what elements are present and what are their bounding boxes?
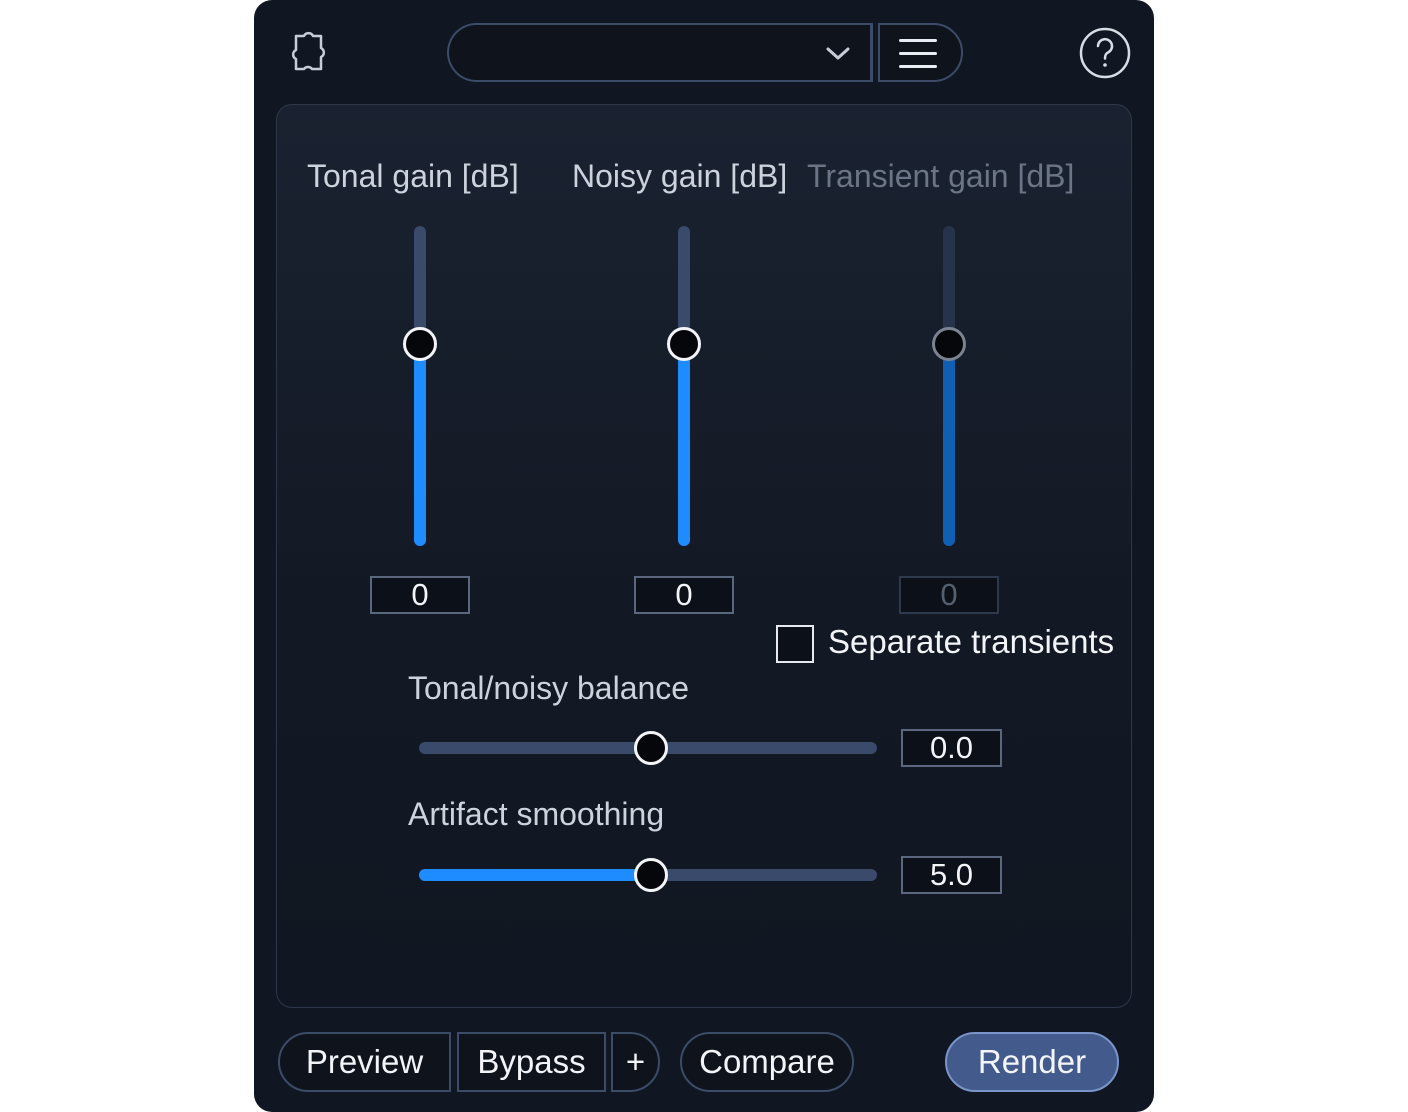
hamburger-menu-icon [899,39,937,42]
add-button[interactable]: + [611,1032,660,1092]
noisy-gain-fill [678,344,690,546]
noisy-gain-knob[interactable] [667,327,701,361]
separate-transients-checkbox[interactable] [776,625,814,663]
smoothing-label: Artifact smoothing [408,796,665,832]
balance-knob[interactable] [634,731,668,765]
render-button[interactable]: Render [945,1032,1119,1092]
separate-transients-label[interactable]: Separate transients [828,623,1114,661]
noisy-gain-label: Noisy gain [dB] [572,158,788,194]
transient-gain-label: Transient gain [dB] [807,158,1075,194]
bypass-button[interactable]: Bypass [457,1032,606,1092]
plugin-window: Tonal gain [dB] Noisy gain [dB] Transien… [254,0,1154,1112]
smoothing-fill [419,869,648,881]
preset-divider [870,23,873,82]
preview-button[interactable]: Preview [278,1032,451,1092]
noisy-gain-slider[interactable] [678,226,690,546]
tonal-gain-label: Tonal gain [dB] [307,158,519,194]
hamburger-menu-icon-line [899,52,937,55]
smoothing-value[interactable]: 5.0 [901,856,1002,894]
tonal-gain-fill [414,344,426,546]
question-mark-icon[interactable] [1079,27,1131,79]
smoothing-knob[interactable] [634,858,668,892]
hamburger-menu-icon-line [899,65,937,68]
compare-button[interactable]: Compare [680,1032,854,1092]
tonal-gain-slider[interactable] [414,226,426,546]
puzzle-icon[interactable] [280,22,328,82]
transient-gain-knob [932,327,966,361]
balance-value[interactable]: 0.0 [901,729,1002,767]
preset-menu-button[interactable] [878,23,963,82]
noisy-gain-value[interactable]: 0 [634,576,734,614]
preset-dropdown[interactable] [447,23,871,82]
chevron-down-icon[interactable] [824,40,852,68]
tonal-gain-knob[interactable] [403,327,437,361]
transient-gain-slider [943,226,955,546]
balance-label: Tonal/noisy balance [408,670,690,706]
tonal-gain-value[interactable]: 0 [370,576,470,614]
transient-gain-value: 0 [899,576,999,614]
transient-gain-fill [943,344,955,546]
